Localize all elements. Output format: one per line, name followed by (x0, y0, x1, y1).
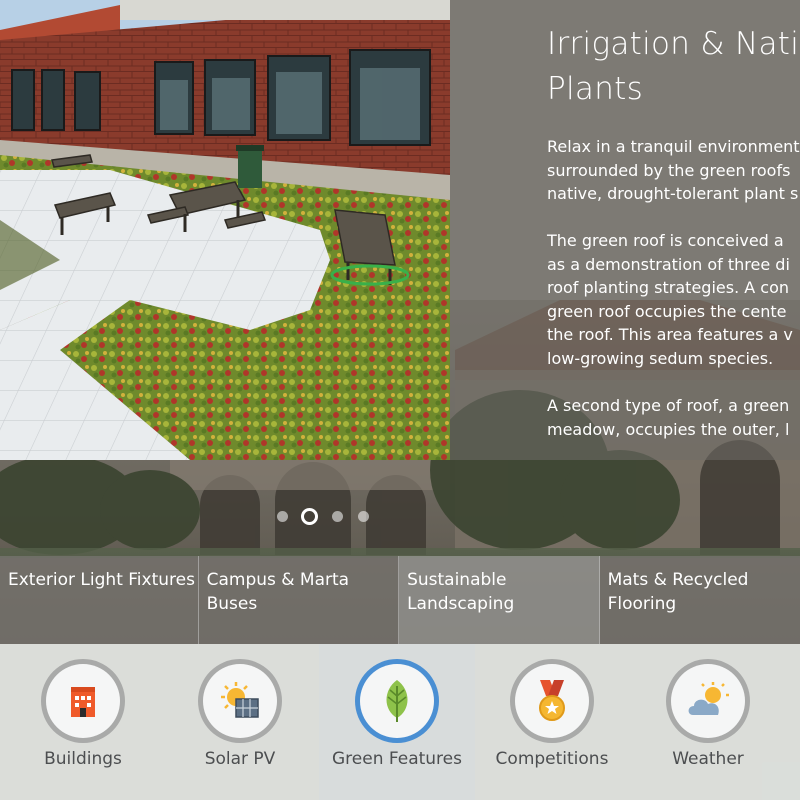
carousel-dot[interactable] (358, 511, 369, 522)
leaf-icon (386, 680, 408, 722)
category-label: Green Features (332, 749, 462, 769)
weather-icon (688, 682, 729, 715)
category-icon-ring (355, 659, 439, 743)
category-solar-pv[interactable]: Solar PV (162, 644, 318, 800)
feature-photo (0, 0, 450, 460)
subtab-campus-marta-buses[interactable]: Campus & Marta Buses (198, 556, 400, 644)
category-icon-ring (510, 659, 594, 743)
feature-title: Irrigation & Native Plants (547, 26, 800, 107)
category-label: Weather (672, 749, 744, 769)
feature-info-panel: Irrigation & Native Plants Relax in a tr… (450, 0, 800, 460)
feature-paragraph: The green roof is conceived a as a demon… (547, 231, 793, 368)
category-buildings[interactable]: Buildings (5, 644, 161, 800)
category-weather[interactable]: Weather (630, 644, 786, 800)
subtab-mats-recycled-flooring[interactable]: Mats & Recycled Flooring (599, 556, 800, 644)
category-label: Competitions (495, 749, 609, 769)
feature-paragraph: A second type of roof, a green meadow, o… (547, 396, 790, 439)
category-bar: Buildings Solar PV Green Features Compet… (0, 644, 800, 800)
subtab-sustainable-landscaping[interactable]: Sustainable Landscaping (399, 556, 600, 644)
category-icon-ring (41, 659, 125, 743)
solar-panel-icon (221, 682, 259, 718)
carousel-dot[interactable] (332, 511, 343, 522)
category-icon-ring (666, 659, 750, 743)
building-icon (71, 687, 95, 717)
feature-paragraph: Relax in a tranquil environment surround… (547, 137, 800, 203)
subcategory-tabs: Exterior Light Fixtures Campus & Marta B… (0, 556, 800, 644)
medal-icon (539, 680, 565, 721)
category-green-features[interactable]: Green Features (319, 644, 475, 800)
category-icon-ring (198, 659, 282, 743)
category-competitions[interactable]: Competitions (474, 644, 630, 800)
carousel-dot-active[interactable] (301, 508, 318, 525)
carousel-dot[interactable] (277, 511, 288, 522)
subtab-exterior-light-fixtures[interactable]: Exterior Light Fixtures (0, 556, 199, 644)
category-label: Buildings (44, 749, 122, 769)
category-label: Solar PV (204, 749, 276, 769)
